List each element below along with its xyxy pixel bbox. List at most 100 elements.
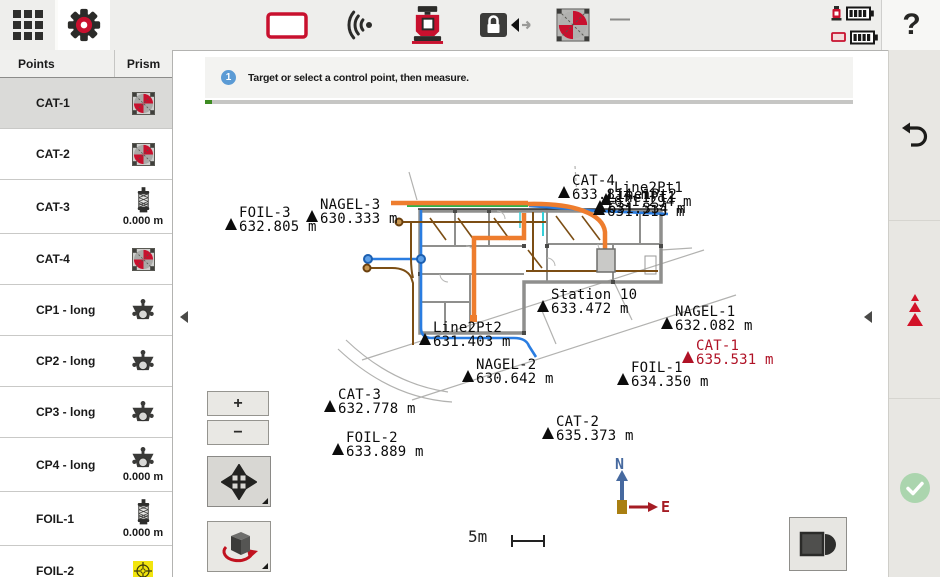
point-triangle-icon [593, 203, 605, 215]
point-triangle-icon [225, 218, 237, 230]
point-triangle-icon [462, 370, 474, 382]
apps-grid-icon [13, 10, 43, 40]
help-button[interactable]: ? [881, 0, 940, 50]
long-press-marker [262, 563, 268, 569]
map-point-foil-2[interactable]: FOIL-2633.889 m [332, 431, 424, 459]
rotate-3d-button[interactable] [207, 521, 271, 572]
map-point-line2pt2[interactable]: Line2Pt2631.403 m [419, 321, 511, 349]
point-elevation: 631.213 m [607, 205, 685, 219]
prism-round-icon [130, 299, 156, 322]
points-panel-header: Points Prism [0, 50, 172, 78]
point-name: FOIL-1 [631, 361, 709, 375]
point-name: CP2 - long [0, 336, 114, 386]
point-triangle-icon [332, 443, 344, 455]
zoom-in-button[interactable]: + [207, 391, 269, 416]
map-point-line1pt1[interactable]: Line1Pt1631.213 m [593, 191, 685, 219]
settings-button[interactable] [58, 0, 110, 50]
point-elevation: 635.373 m [556, 429, 634, 443]
point-elevation: 633.889 m [346, 445, 424, 459]
point-name: NAGEL-1 [675, 305, 753, 319]
app-window: — ? Points Pr [0, 0, 940, 577]
point-name: CAT-4 [572, 174, 650, 188]
point-name: CAT-3 [338, 388, 416, 402]
apps-menu-button[interactable] [0, 0, 55, 50]
camera-view-button[interactable] [789, 517, 847, 571]
map-point-cat-3[interactable]: CAT-3632.778 m [324, 388, 416, 416]
point-elevation: 632.778 m [338, 402, 416, 416]
map-view[interactable] [172, 50, 888, 577]
point-name: CP3 - long [0, 387, 114, 437]
zoom-out-button[interactable]: − [207, 420, 269, 445]
origin-marker-icon [617, 500, 627, 514]
pan-button[interactable] [207, 456, 271, 507]
point-row-foil-2[interactable]: FOIL-2 [0, 546, 172, 577]
instrument-button[interactable] [411, 5, 444, 46]
undo-section[interactable] [889, 50, 940, 221]
point-row-foil-1[interactable]: FOIL-1 0.000 m [0, 492, 172, 546]
radio-signal-button[interactable] [338, 8, 378, 42]
point-row-cat-3[interactable]: CAT-3 0.000 m [0, 180, 172, 234]
controller-battery-icon [850, 30, 878, 45]
prism-360-icon [134, 187, 153, 214]
point-row-cp1-long[interactable]: CP1 - long [0, 285, 172, 336]
collapse-left-panel-icon[interactable] [180, 311, 188, 323]
column-header-points: Points [0, 50, 114, 77]
map-point-cat-2[interactable]: CAT-2635.373 m [542, 415, 634, 443]
point-triangle-icon [542, 427, 554, 439]
point-name: CAT-1 [0, 78, 114, 128]
scale-bar [510, 533, 546, 549]
prism-target-button[interactable] [556, 8, 590, 42]
map-point-station-10[interactable]: Station 10633.472 m [537, 288, 637, 316]
point-row-cp2-long[interactable]: CP2 - long [0, 336, 172, 387]
point-elevation: 634.350 m [631, 375, 709, 389]
point-row-cat-2[interactable]: CAT-2 [0, 129, 172, 180]
prism-height: 0.000 m [123, 471, 163, 483]
point-name: Line2Pt2 [433, 321, 511, 335]
map-point-nagel-3[interactable]: NAGEL-3630.333 m [306, 198, 398, 226]
map-point-foil-3[interactable]: FOIL-3632.805 m [225, 206, 317, 234]
point-name: Line1Pt1 [607, 191, 685, 205]
point-name: CP4 - long [0, 438, 114, 491]
collapse-right-panel-icon[interactable] [864, 311, 872, 323]
column-header-prism: Prism [115, 50, 172, 77]
points-panel: Points Prism CAT-1 CAT-2 CAT-3 0.000 m C… [0, 50, 173, 577]
confirm-check-icon [899, 472, 931, 504]
lock-measure-button[interactable] [480, 10, 536, 40]
prism-round-icon [130, 447, 156, 470]
point-elevation: 630.333 m [320, 212, 398, 226]
display-screen-button[interactable] [266, 12, 308, 39]
point-row-cat-4[interactable]: CAT-4 [0, 234, 172, 285]
prism-360-icon [134, 499, 153, 526]
checker-target-icon [132, 143, 155, 166]
point-triangle-icon [537, 300, 549, 312]
point-name: FOIL-1 [0, 492, 114, 545]
point-name: CAT-3 [0, 180, 114, 233]
progress-bar [205, 100, 853, 104]
point-triangle-icon [617, 373, 629, 385]
settings-gear-icon [65, 6, 103, 44]
instrument-battery-icon [846, 6, 874, 21]
point-row-cat-1[interactable]: CAT-1 [0, 78, 172, 129]
confirm-section[interactable] [889, 399, 940, 577]
camera-icon [798, 530, 838, 558]
rotate-3d-cube-icon [218, 528, 260, 566]
prism-height: 0.000 m [123, 527, 163, 539]
point-elevation: 632.082 m [675, 319, 753, 333]
undo-icon [900, 120, 930, 150]
prism-height: 0.000 m [123, 215, 163, 227]
point-name: CAT-2 [0, 129, 114, 179]
point-triangle-icon [306, 210, 318, 222]
map-point-nagel-1[interactable]: NAGEL-1632.082 m [661, 305, 753, 333]
point-row-cp4-long[interactable]: CP4 - long 0.000 m [0, 438, 172, 492]
point-elevation: 631.403 m [433, 335, 511, 349]
point-triangle-icon [558, 186, 570, 198]
map-point-nagel-2[interactable]: NAGEL-2630.642 m [462, 358, 554, 386]
controller-mini-icon [831, 32, 846, 42]
scale-label: 5m [468, 527, 487, 546]
map-point-foil-1[interactable]: FOIL-1634.350 m [617, 361, 709, 389]
point-row-cp3-long[interactable]: CP3 - long [0, 387, 172, 438]
instruction-text: Target or select a control point, then m… [248, 72, 469, 84]
measure-section[interactable] [889, 221, 940, 399]
foil-target-icon [133, 561, 153, 577]
point-triangle-icon [324, 400, 336, 412]
